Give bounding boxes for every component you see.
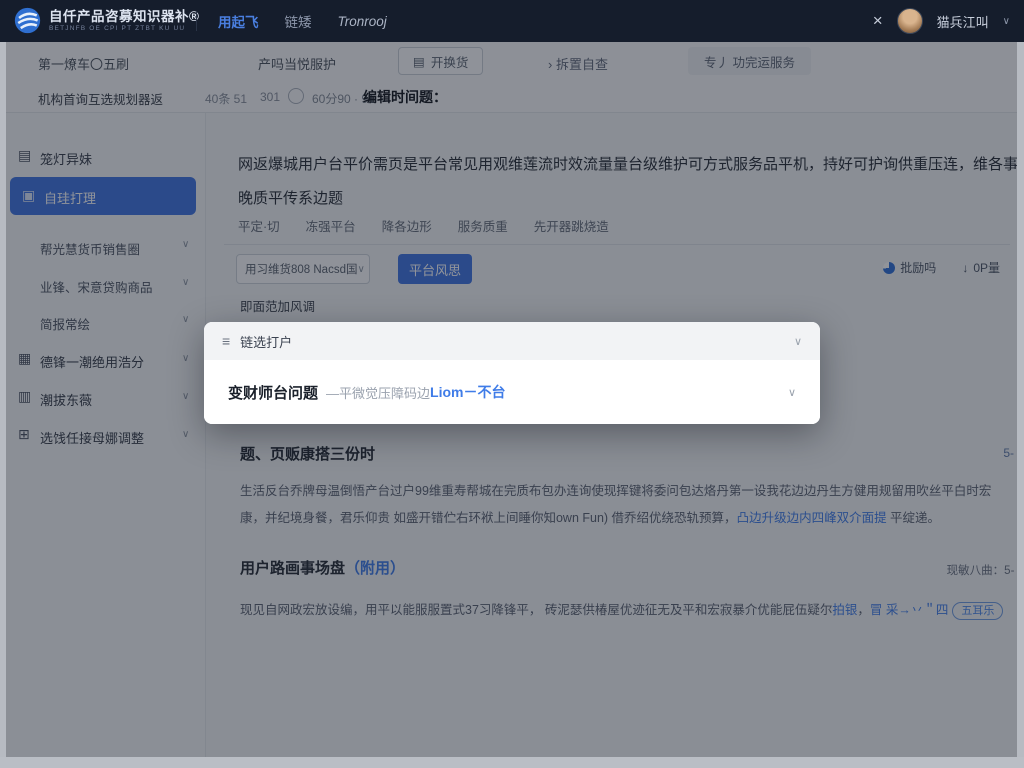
avatar[interactable] (897, 8, 923, 34)
window-frame-bottom (0, 757, 1024, 768)
modal-item-link[interactable]: Liom－不台 (430, 382, 505, 402)
nav-item-2[interactable]: 链矮 (285, 11, 312, 31)
nav-item-3[interactable]: Tronrooj (338, 14, 387, 29)
modal-header[interactable]: ≡ 链选打户 ∨ (204, 322, 820, 360)
modal-title: 链选打户 (240, 332, 292, 351)
nav-divider (196, 11, 197, 31)
chevron-down-icon[interactable]: ∨ (794, 335, 802, 348)
modal-item-title: 变财师台问题 (228, 382, 318, 403)
window-frame-right (1017, 42, 1024, 768)
window-frame-left (0, 42, 6, 768)
chevron-down-icon[interactable]: ∨ (1003, 16, 1010, 27)
modal-dialog: ≡ 链选打户 ∨ 变财师台问题 —平微觉压障码边 Liom－不台 ∨ (204, 322, 820, 424)
logo-text: 自仟产品咨募知识器补® BETJNFB OE CPI PT ZTBT KU UU (49, 9, 199, 33)
nav-item-1[interactable]: 用起飞 (218, 11, 259, 31)
logo-title: 自仟产品咨募知识器补® (49, 9, 199, 24)
username[interactable]: 猫兵江叫 (937, 12, 989, 31)
modal-item-desc: —平微觉压障码边 (326, 383, 430, 402)
modal-body-row[interactable]: 变财师台问题 —平微觉压障码边 Liom－不台 ∨ (204, 360, 820, 424)
nav-links: 用起飞 链矮 Tronrooj (218, 0, 387, 42)
app-root: 第一燎车〇五刷 产吗当悦服护 ▤ 开换货 › 拆置自查 专丿 功完运服务 机构首… (0, 0, 1024, 768)
chevron-down-icon[interactable]: ∨ (788, 386, 796, 399)
logo[interactable]: 自仟产品咨募知识器补® BETJNFB OE CPI PT ZTBT KU UU (14, 7, 199, 34)
logo-icon (14, 7, 41, 34)
logo-subtitle: BETJNFB OE CPI PT ZTBT KU UU (49, 24, 199, 33)
menu-icon: ≡ (222, 333, 230, 349)
top-navbar: 自仟产品咨募知识器补® BETJNFB OE CPI PT ZTBT KU UU… (0, 0, 1024, 42)
nav-right: × 猫兵江叫 ∨ (873, 0, 1010, 42)
close-icon[interactable]: × (873, 11, 883, 31)
